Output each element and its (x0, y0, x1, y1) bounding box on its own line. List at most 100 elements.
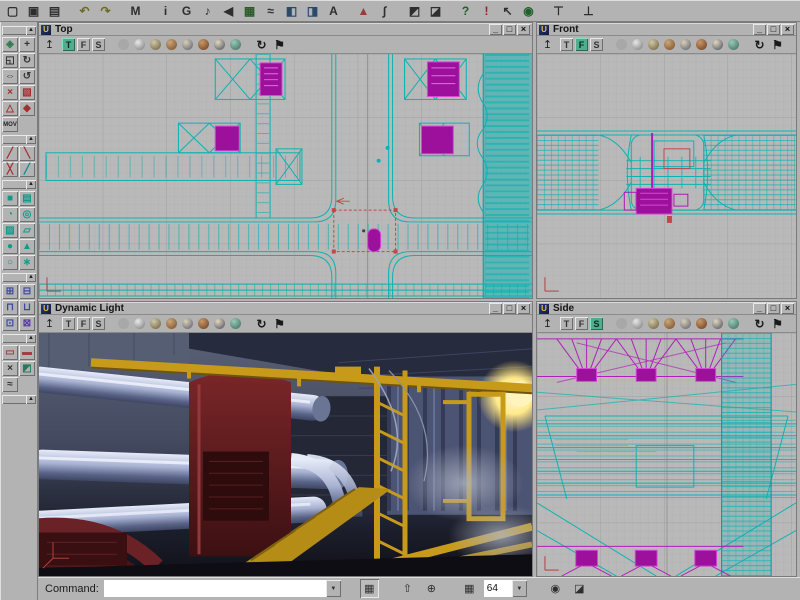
textured-mode-icon[interactable] (196, 317, 210, 331)
collapse-arrow-icon[interactable]: ▲ (26, 135, 36, 144)
actor-flag-icon[interactable]: ⚑ (769, 316, 786, 331)
zone-mode-icon[interactable] (228, 317, 242, 331)
viewport-options-icon[interactable] (116, 317, 130, 331)
curved-stair-brush-icon[interactable]: ◔ (2, 207, 18, 222)
cube-brush-icon[interactable]: ■ (2, 191, 18, 206)
perspective-3d-canvas[interactable] (39, 332, 532, 576)
camera-movement-icon[interactable]: ◈ (2, 37, 18, 52)
corner-select-icon[interactable]: ◩ (19, 361, 35, 376)
polys-mode-icon[interactable] (662, 317, 676, 331)
brush-clip-mode-icon[interactable]: ◪ (426, 2, 445, 20)
side-axis-button[interactable]: S (92, 38, 105, 51)
actor-properties-icon[interactable]: i (156, 2, 175, 20)
brush-scale-icon[interactable]: ◱ (2, 53, 18, 68)
sheet-brush-icon[interactable]: ▱ (19, 223, 35, 238)
side-axis-button[interactable]: S (590, 317, 603, 330)
viewport-joystick-icon[interactable]: ↥ (42, 37, 57, 52)
polygon-marker-icon[interactable]: ▧ (19, 85, 35, 100)
polys-mode-icon[interactable] (164, 38, 178, 52)
viewport-joystick-icon[interactable]: ↥ (540, 37, 555, 52)
prefab-browser-icon[interactable]: ◨ (303, 2, 322, 20)
zone-portal-mode-icon[interactable] (148, 38, 162, 52)
wireframe-mode-icon[interactable] (132, 317, 146, 331)
stair-brush-icon[interactable]: ▤ (19, 191, 35, 206)
cylinder-brush-icon[interactable]: ● (2, 239, 18, 254)
maximize-viewport-button[interactable]: ⇧ (398, 579, 417, 598)
wireframe-mode-icon[interactable] (630, 38, 644, 52)
csg-deintersect-icon[interactable]: ⊔ (19, 300, 35, 315)
polys-mode-icon[interactable] (662, 38, 676, 52)
viewport-options-icon[interactable] (614, 317, 628, 331)
textured-mode-icon[interactable] (694, 317, 708, 331)
close-button[interactable]: × (517, 24, 530, 35)
spiral-stair-brush-icon[interactable]: ◎ (19, 207, 35, 222)
lighting-mode-icon[interactable] (678, 38, 692, 52)
minimize-button[interactable]: _ (489, 303, 502, 314)
build-all-icon[interactable]: ! (477, 2, 496, 20)
clip-edit-icon[interactable]: ╲ (19, 146, 35, 161)
realtime-preview-icon[interactable]: ↻ (751, 316, 768, 331)
lighting-mode-icon[interactable] (180, 38, 194, 52)
show-selected-icon[interactable]: ▭ (2, 345, 18, 360)
command-dropdown-button[interactable]: ▼ (326, 580, 341, 597)
help-icon[interactable]: ? (456, 2, 475, 20)
close-button[interactable]: × (781, 24, 794, 35)
redo-icon[interactable]: ↷ (96, 2, 115, 20)
open-map-icon[interactable]: ▣ (24, 2, 43, 20)
command-input[interactable] (104, 580, 326, 597)
actor-flag-icon[interactable]: ⚑ (769, 37, 786, 52)
mov-tool-icon[interactable]: MOV (2, 117, 18, 132)
save-map-icon[interactable]: ▤ (45, 2, 64, 20)
cone-brush-icon[interactable]: ▲ (19, 239, 35, 254)
shape-editor-icon[interactable]: ∫ (375, 2, 394, 20)
grid-size-icon[interactable]: ▦ (460, 579, 479, 598)
top-axis-button[interactable]: T (62, 38, 75, 51)
dynamic-light-mode-icon[interactable] (212, 38, 226, 52)
hide-selected-icon[interactable]: ▬ (19, 345, 35, 360)
top-axis-button[interactable]: T (62, 317, 75, 330)
clip-split-icon[interactable]: ╱ (19, 162, 35, 177)
collapse-arrow-icon[interactable]: ▲ (26, 334, 36, 343)
realtime-preview-icon[interactable]: ↻ (253, 37, 270, 52)
wireframe-mode-icon[interactable] (630, 317, 644, 331)
texture-pan-icon[interactable]: ⇔ (2, 69, 18, 84)
csg-intersect-icon[interactable]: ⊓ (2, 300, 18, 315)
play-map-icon[interactable]: ⊥ (579, 2, 598, 20)
top-axis-button[interactable]: T (560, 38, 573, 51)
face-drag-icon[interactable]: ◆ (19, 101, 35, 116)
actor-flag-icon[interactable]: ⚑ (271, 316, 288, 331)
realtime-preview-icon[interactable]: ↻ (253, 316, 270, 331)
dynamic-light-mode-icon[interactable] (212, 317, 226, 331)
minimize-button[interactable]: _ (753, 24, 766, 35)
lighting-mode-icon[interactable] (678, 317, 692, 331)
csg-subtract-icon[interactable]: ⊟ (19, 284, 35, 299)
maximize-button[interactable]: □ (767, 303, 780, 314)
minimize-button[interactable]: _ (753, 303, 766, 314)
volumetric-brush-icon[interactable]: ∗ (19, 255, 35, 270)
maximize-button[interactable]: □ (767, 24, 780, 35)
brush-rotate-icon[interactable]: ↻ (19, 53, 35, 68)
zone-portal-mode-icon[interactable] (646, 317, 660, 331)
front-axis-button[interactable]: F (77, 38, 90, 51)
sphere-brush-icon[interactable]: ○ (2, 255, 18, 270)
viewport-titlebar[interactable]: U Dynamic Light _ □ × (39, 302, 532, 315)
camera-gizmo-button[interactable]: ⊕ (422, 579, 441, 598)
search-actors-icon[interactable]: M (126, 2, 145, 20)
minimize-button[interactable]: _ (489, 24, 502, 35)
side-axis-button[interactable]: S (92, 317, 105, 330)
sound-browser-icon[interactable]: ◀ (219, 2, 238, 20)
viewport-titlebar[interactable]: U Side _ □ × (537, 302, 796, 315)
new-map-icon[interactable]: ▢ (3, 2, 22, 20)
camera-speed-button[interactable]: ◪ (570, 579, 589, 598)
front-view-canvas[interactable] (537, 53, 796, 298)
align-tool-icon[interactable]: ≈ (2, 377, 18, 392)
collapse-arrow-icon[interactable]: ▲ (26, 273, 36, 282)
top-axis-button[interactable]: T (560, 317, 573, 330)
dynamic-light-mode-icon[interactable] (710, 317, 724, 331)
drag-grid-toggle[interactable]: ▦ (360, 579, 379, 598)
close-button[interactable]: × (517, 303, 530, 314)
deselect-all-icon[interactable]: × (2, 361, 18, 376)
undo-icon[interactable]: ↶ (75, 2, 94, 20)
clip-flip-icon[interactable]: ╳ (2, 162, 18, 177)
textured-mode-icon[interactable] (196, 38, 210, 52)
